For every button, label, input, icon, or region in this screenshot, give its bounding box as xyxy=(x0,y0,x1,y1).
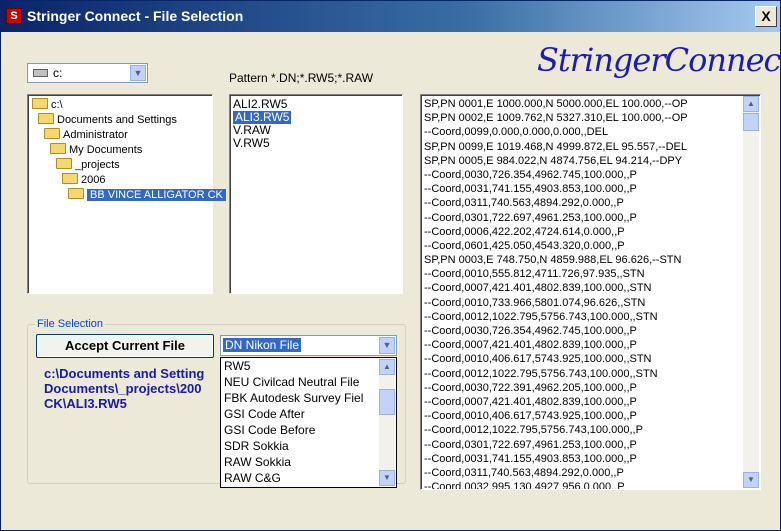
data-line: --Coord,0030,726.354,4962.745,100.000,,P xyxy=(424,325,637,337)
data-line: --Coord,0012,1022.795,5756.743,100.000,,… xyxy=(424,367,658,380)
file-format-value: DN Nikon File xyxy=(223,338,302,352)
folder-label: _projects xyxy=(75,159,120,171)
format-option[interactable]: GSI Code After xyxy=(224,406,305,422)
data-line: --Coord,0007,421.401,4802.839,100.000,,S… xyxy=(424,282,652,295)
folder-item[interactable]: Administrator xyxy=(44,128,128,142)
data-line: --Coord,0012,1022.795,5756.743,100.000,,… xyxy=(424,310,658,323)
folder-item[interactable]: My Documents xyxy=(50,143,142,157)
preview-scrollbar[interactable]: ▲ ▼ xyxy=(743,96,759,488)
title-bar[interactable]: S Stringer Connect - File Selection X xyxy=(1,1,780,32)
folder-item[interactable]: BB VINCE ALLIGATOR CK xyxy=(68,188,226,202)
file-item[interactable]: V.RW5 xyxy=(233,137,270,150)
scroll-down-icon[interactable]: ▼ xyxy=(743,472,759,488)
file-list[interactable]: ALI2.RW5 ALI3.RW5 V.RAW V.RW5 xyxy=(229,94,403,294)
scroll-thumb[interactable] xyxy=(743,113,759,131)
folder-label: BB VINCE ALLIGATOR CK xyxy=(87,189,226,201)
data-line: --Coord,0032,995.130,4927.956,0.000,,P xyxy=(424,481,625,490)
scroll-up-icon[interactable]: ▲ xyxy=(743,96,759,112)
data-line: --Coord,0012,1022.795,5756.743,100.000,,… xyxy=(424,424,643,437)
scroll-down-icon[interactable]: ▼ xyxy=(379,470,395,486)
path-line: Documents\_projects\200 xyxy=(44,381,202,396)
window-title: Stringer Connect - File Selection xyxy=(27,8,244,24)
data-line: --Coord,0031,741.155,4903.853,100.000,,P xyxy=(424,452,637,465)
folder-item[interactable]: 2006 xyxy=(62,173,105,187)
folder-label: My Documents xyxy=(69,144,143,156)
folder-label: Administrator xyxy=(63,129,128,141)
file-format-select[interactable]: DN Nikon File ▼ xyxy=(220,335,397,356)
folder-label: c:\ xyxy=(51,99,63,111)
file-selection-label: File Selection xyxy=(35,318,106,330)
format-option[interactable]: RAW C&G xyxy=(224,470,281,486)
selected-file-path: c:\Documents and Setting Documents\_proj… xyxy=(44,366,220,411)
chevron-down-icon[interactable]: ▼ xyxy=(379,337,395,354)
folder-item[interactable]: _projects xyxy=(56,158,120,172)
data-line: --Coord,0030,726.354,4962.745,100.000,,P xyxy=(424,168,637,181)
folder-item[interactable]: Documents and Settings xyxy=(38,113,177,127)
format-option[interactable]: RW5 xyxy=(224,358,250,374)
data-line: --Coord,0010,406.617,5743.925,100.000,,S… xyxy=(424,353,652,366)
stringer-connect-logo: StringerConnect xyxy=(537,41,781,79)
folder-label: 2006 xyxy=(81,174,106,186)
data-line: --Coord,0006,422.202,4724.614,0.000,,P xyxy=(424,225,625,238)
scroll-thumb[interactable] xyxy=(379,389,395,415)
drive-value: c: xyxy=(53,66,63,80)
data-line: --Coord,0007,421.401,4802.839,100.000,,P xyxy=(424,395,637,408)
data-line: SP,PN 0005,E 984.022,N 4874.756,EL 94.21… xyxy=(424,154,683,167)
data-line: --Coord,0099,0.000,0.000,0.000,,DEL xyxy=(424,126,609,139)
path-line: CK\ALI3.RW5 xyxy=(44,396,127,411)
format-option[interactable]: RAW Sokkia xyxy=(224,454,291,470)
chevron-down-icon[interactable]: ▼ xyxy=(130,65,146,81)
data-line: --Coord,0601,425.050,4543.320,0.000,,P xyxy=(424,239,625,252)
accept-current-file-button[interactable]: Accept Current File xyxy=(36,334,214,358)
data-line: --Coord,0031,741.155,4903.853,100.000,,P xyxy=(424,183,637,196)
path-line: c:\Documents and Setting xyxy=(44,366,205,381)
file-selection-window: S Stringer Connect - File Selection X St… xyxy=(0,0,781,531)
folder-icon xyxy=(62,173,78,184)
data-line: --Coord,0010,406.617,5743.925,100.000,,P xyxy=(424,410,637,423)
format-option[interactable]: SDR Sokkia xyxy=(224,438,289,454)
drive-icon xyxy=(33,69,48,77)
data-line: --Coord,0010,733.966,5801.074,96.626,,ST… xyxy=(424,296,646,309)
data-line: --Coord,0311,740.563,4894.292,0.000,,P xyxy=(424,197,624,210)
folder-icon xyxy=(56,158,72,169)
format-scrollbar[interactable]: ▲ ▼ xyxy=(379,359,395,486)
data-line: SP,PN 0001,E 1000.000,N 5000.000,EL 100.… xyxy=(424,98,688,110)
close-button[interactable]: X xyxy=(755,6,777,27)
folder-icon xyxy=(38,113,54,124)
format-option[interactable]: GSI Code Before xyxy=(224,422,315,438)
format-option[interactable]: FBK Autodesk Survey Fiel xyxy=(224,390,363,406)
data-line: --Coord,0301,722.697,4961.253,100.000,,P xyxy=(424,211,637,224)
data-line: SP,PN 0099,E 1019.468,N 4999.872,EL 95.5… xyxy=(424,140,687,153)
scroll-up-icon[interactable]: ▲ xyxy=(379,359,395,375)
data-line: --Coord,0301,722.697,4961.253,100.000,,P xyxy=(424,438,637,451)
data-line: SP,PN 0002,E 1009.762,N 5327.310,EL 100.… xyxy=(424,112,688,125)
data-line: --Coord,0311,740.563,4894.292,0.000,,P xyxy=(424,466,624,479)
data-line: --Coord,0010,555.812,4711.726,97.935,,ST… xyxy=(424,268,645,281)
app-icon: S xyxy=(6,8,22,24)
folder-icon xyxy=(32,98,48,109)
folder-icon xyxy=(50,143,66,154)
drive-select[interactable]: c: ▼ xyxy=(27,63,148,83)
folder-icon xyxy=(68,188,84,199)
data-line: --Coord,0007,421.401,4802.839,100.000,,P xyxy=(424,339,637,352)
folder-list[interactable]: c:\ Documents and Settings Administrator My… xyxy=(27,94,226,294)
format-option[interactable]: NEU Civilcad Neutral File xyxy=(224,374,359,390)
file-format-dropdown[interactable]: RW5 NEU Civilcad Neutral File FBK Autodesk… xyxy=(220,357,397,488)
folder-item[interactable]: c:\ xyxy=(32,98,63,112)
data-line: --Coord,0030,722.391,4962.205,100.000,,P xyxy=(424,381,637,394)
file-preview-list[interactable]: SP,PN 0001,E 1000.000,N 5000.000,EL 100.… xyxy=(420,94,761,490)
pattern-label: Pattern *.DN;*.RW5;*.RAW xyxy=(229,71,374,85)
folder-icon xyxy=(44,128,60,139)
folder-label: Documents and Settings xyxy=(57,114,177,126)
data-line: SP,PN 0003,E 748.750,N 4859.988,EL 96.62… xyxy=(424,254,682,267)
